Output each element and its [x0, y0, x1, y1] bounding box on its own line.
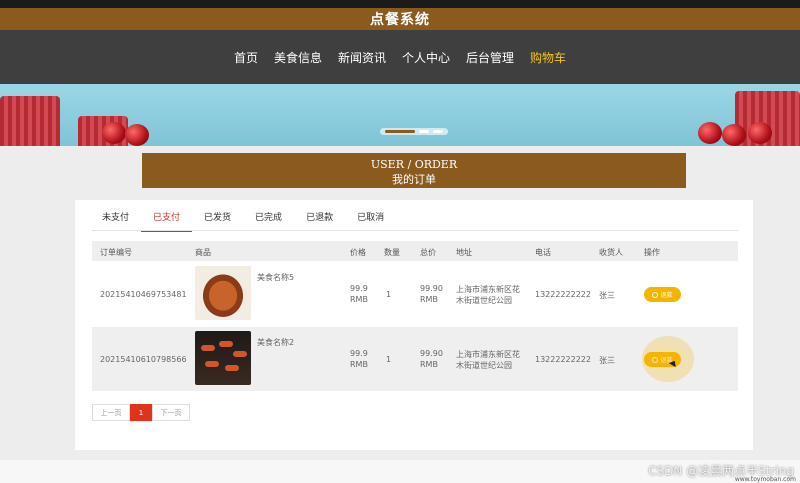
phone-number: 13222222222	[535, 290, 591, 299]
col-product: 商品	[195, 248, 211, 257]
nav-item-admin[interactable]: 后台管理	[466, 49, 514, 66]
order-status-tabs: 未支付 已支付 已发货 已完成 已退款 已取消	[90, 208, 396, 232]
refund-icon	[652, 291, 659, 298]
watermark-subtext: www.toymoban.com	[734, 476, 796, 483]
product-name[interactable]: 美食名称2	[257, 337, 294, 348]
order-number: 20215410610798566	[100, 355, 187, 364]
hero-banner	[0, 84, 800, 146]
nav-list: 首页 美食信息 新闻资讯 个人中心 后台管理 购物车	[226, 49, 574, 66]
price-unit: RMB	[350, 360, 368, 369]
page-number-current[interactable]: 1	[130, 404, 152, 421]
nav-item-cart[interactable]: 购物车	[530, 49, 566, 66]
col-qty: 数量	[384, 248, 400, 257]
phone-number: 13222222222	[535, 355, 591, 364]
prev-page-button[interactable]: 上一页	[92, 404, 130, 421]
col-order-no: 订单编号	[100, 248, 132, 257]
carousel-dot-1[interactable]	[385, 130, 415, 133]
nav-item-home[interactable]: 首页	[234, 49, 258, 66]
nav-item-news[interactable]: 新闻资讯	[338, 49, 386, 66]
tab-divider	[92, 230, 738, 231]
total-value: 99.90	[420, 349, 443, 358]
refund-button[interactable]: 退款	[644, 287, 681, 302]
order-heading-cn: 我的订单	[392, 173, 436, 186]
order-heading-en: USER / ORDER	[370, 158, 458, 171]
carousel-dot-2[interactable]	[419, 130, 429, 133]
quantity: 1	[386, 290, 392, 299]
price-value: 99.9	[350, 349, 368, 358]
site-header: 点餐系统	[0, 8, 800, 30]
col-phone: 电话	[535, 248, 551, 257]
tab-unpaid[interactable]: 未支付	[90, 208, 141, 230]
col-price: 价格	[350, 248, 366, 257]
nav-item-personal-center[interactable]: 个人中心	[402, 49, 450, 66]
top-strip	[0, 0, 800, 8]
receiver-name: 张三	[599, 291, 615, 300]
main-nav: 首页 美食信息 新闻资讯 个人中心 后台管理 购物车	[0, 30, 800, 84]
nav-item-food-info[interactable]: 美食信息	[274, 49, 322, 66]
col-receiver: 收货人	[599, 248, 623, 257]
receiver-name: 张三	[599, 356, 615, 365]
order-panel: 未支付 已支付 已发货 已完成 已退款 已取消 订单编号 商品 价格 数量 总价…	[75, 200, 753, 450]
refund-button-label: 退款	[660, 292, 673, 299]
tab-paid[interactable]: 已支付	[141, 208, 193, 232]
col-action: 操作	[644, 248, 660, 257]
cherry-cupcake-left-image	[0, 84, 149, 146]
tab-cancelled[interactable]: 已取消	[345, 208, 396, 230]
carousel-indicator[interactable]	[380, 128, 448, 135]
carousel-dot-3[interactable]	[433, 130, 443, 133]
address-line-1: 上海市浦东新区花	[456, 285, 520, 294]
food-image	[195, 331, 251, 385]
col-address: 地址	[456, 248, 472, 257]
click-highlight	[642, 336, 694, 382]
pagination: 上一页 1 下一页	[92, 404, 190, 421]
address-line-2: 木街道世纪公园	[456, 296, 512, 305]
order-section-heading: USER / ORDER 我的订单	[142, 153, 686, 188]
order-number: 20215410469753481	[100, 290, 187, 299]
site-title: 点餐系统	[370, 12, 430, 28]
address-line-2: 木街道世纪公园	[456, 361, 512, 370]
address-line-1: 上海市浦东新区花	[456, 350, 520, 359]
tab-completed[interactable]: 已完成	[243, 208, 294, 230]
total-value: 99.90	[420, 284, 443, 293]
total-unit: RMB	[420, 295, 438, 304]
tab-refunded[interactable]: 已退款	[294, 208, 345, 230]
table-row: 20215410469753481 美食名称5 99.9 RMB 1 99.90…	[92, 262, 738, 326]
food-image	[195, 266, 251, 320]
quantity: 1	[386, 355, 392, 364]
col-total: 总价	[420, 248, 436, 257]
product-name[interactable]: 美食名称5	[257, 272, 294, 283]
price-value: 99.9	[350, 284, 368, 293]
total-unit: RMB	[420, 360, 438, 369]
price-unit: RMB	[350, 295, 368, 304]
tab-shipped[interactable]: 已发货	[192, 208, 243, 230]
table-header: 订单编号 商品 价格 数量 总价 地址 电话 收货人 操作	[92, 241, 738, 261]
next-page-button[interactable]: 下一页	[152, 404, 190, 421]
cherry-cupcake-right-image	[660, 84, 800, 146]
